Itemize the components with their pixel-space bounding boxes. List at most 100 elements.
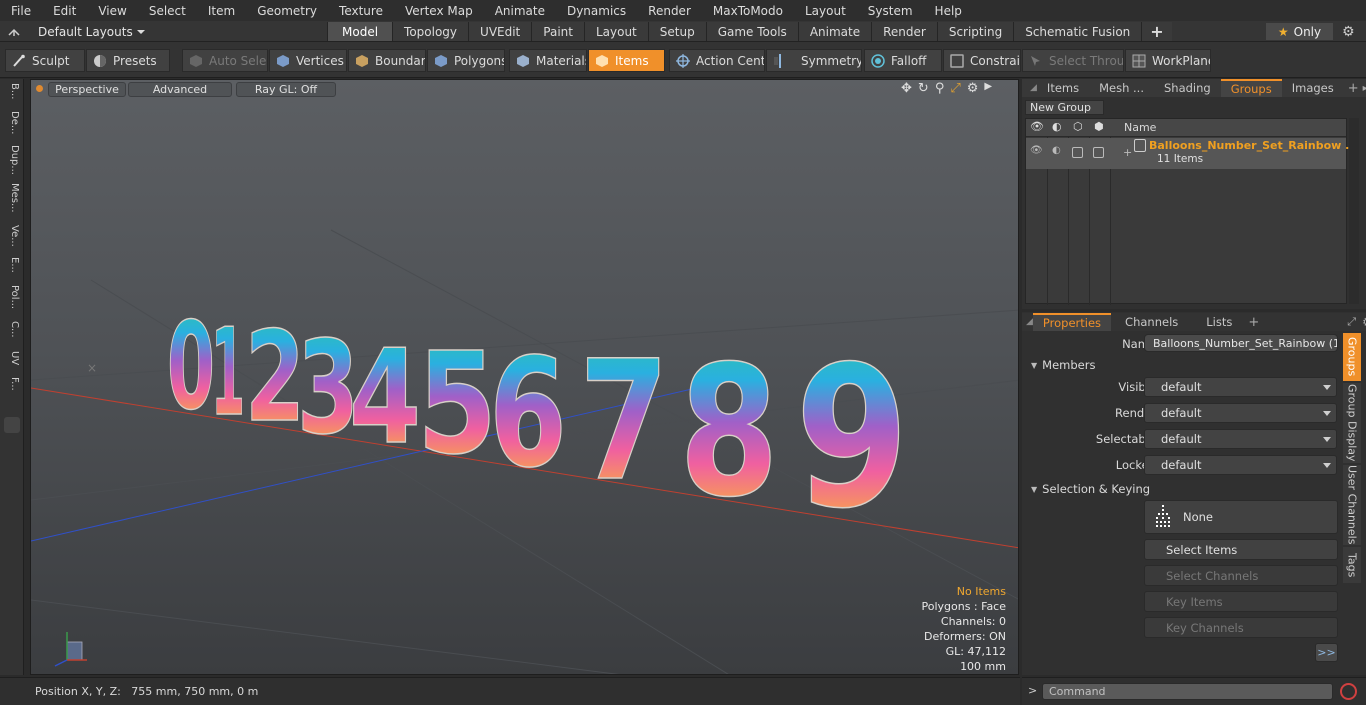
strip-tab-duplicate[interactable]: Dup... (4, 145, 20, 177)
tab-lists[interactable]: Lists (1192, 313, 1246, 331)
render-icon[interactable]: ◐ (1052, 120, 1062, 133)
side-tab-user-channels[interactable]: User Channels (1343, 465, 1361, 545)
menu-render[interactable]: Render (637, 4, 702, 18)
tab-layout[interactable]: Layout (583, 22, 648, 41)
key-channels-button[interactable]: Key Channels (1144, 617, 1338, 638)
selectable-dropdown[interactable]: default (1144, 429, 1337, 449)
viewport-gear-icon[interactable]: ⚙ (967, 81, 979, 96)
group-row[interactable]: 👁 ◐ + Balloons_Number_Set_Rainbow ... 11… (1026, 138, 1358, 169)
members-section[interactable]: ▼ Members (1031, 358, 1095, 372)
row-lock-checkbox[interactable] (1093, 147, 1104, 158)
menu-maxtomodo[interactable]: MaxToModo (702, 4, 794, 18)
viewport-expand-icon[interactable]: ▶ (984, 81, 992, 96)
strip-tab-polygon[interactable]: Pol... (4, 285, 20, 315)
menu-dynamics[interactable]: Dynamics (556, 4, 637, 18)
shading-mode-button[interactable]: Advanced (128, 82, 232, 97)
side-tab-tags[interactable]: Tags (1343, 547, 1361, 583)
menu-texture[interactable]: Texture (328, 4, 394, 18)
more-button[interactable]: >> (1315, 643, 1338, 662)
none-button[interactable]: None (1144, 500, 1338, 534)
strip-tab-mesh-edit[interactable]: Mes... (4, 183, 20, 219)
strip-tab-basic[interactable]: B... (4, 83, 20, 107)
tab-game-tools[interactable]: Game Tools (705, 22, 798, 41)
tab-properties[interactable]: Properties (1032, 313, 1112, 331)
expand-icon[interactable]: + (1123, 146, 1132, 159)
items-button[interactable]: Items 5 (588, 49, 665, 72)
select-through-button[interactable]: Select Through (1022, 49, 1124, 72)
menu-help[interactable]: Help (924, 4, 973, 18)
menu-animate[interactable]: Animate (484, 4, 556, 18)
props-grip-icon[interactable]: ◢ (1022, 317, 1033, 327)
strip-tab-deform[interactable]: De... (4, 111, 20, 139)
select-items-button[interactable]: Select Items (1144, 539, 1338, 560)
strip-tab-edge[interactable]: E... (4, 257, 20, 279)
new-group-button[interactable]: New Group (1025, 100, 1104, 115)
menu-file[interactable]: File (0, 4, 42, 18)
add-tab-button[interactable]: + (1141, 22, 1172, 41)
add-panel-tab-icon[interactable]: + (1344, 81, 1363, 96)
strip-toggle-button[interactable] (4, 417, 20, 433)
menu-layout[interactable]: Layout (794, 4, 857, 18)
strip-tab-uv[interactable]: UV (4, 351, 20, 373)
panel-more-icon[interactable]: ▸ (1363, 83, 1366, 94)
tab-scripting[interactable]: Scripting (936, 22, 1014, 41)
constraints-button[interactable]: Constrai... (943, 49, 1021, 72)
tab-items[interactable]: Items (1037, 79, 1089, 97)
tab-paint[interactable]: Paint (531, 22, 584, 41)
maximize-view-icon[interactable]: ⤢ (950, 81, 960, 96)
record-icon[interactable] (1340, 683, 1357, 700)
key-items-button[interactable]: Key Items (1144, 591, 1338, 612)
tab-model[interactable]: Model (327, 22, 393, 41)
groups-scrollbar[interactable] (1349, 118, 1359, 304)
menu-edit[interactable]: Edit (42, 4, 87, 18)
add-props-tab-icon[interactable]: + (1246, 315, 1261, 330)
zoom-view-icon[interactable]: ⚲ (935, 81, 945, 96)
gear-icon[interactable]: ⚙ (1342, 24, 1355, 40)
view-mode-button[interactable]: Perspective (48, 82, 126, 97)
command-input[interactable]: Command (1042, 683, 1333, 700)
side-tab-groups[interactable]: Groups (1343, 333, 1361, 381)
tab-setup[interactable]: Setup (647, 22, 706, 41)
vertices-button[interactable]: Vertices 1 (269, 49, 347, 72)
polygons-button[interactable]: Polygons (427, 49, 505, 72)
tab-shading[interactable]: Shading (1154, 79, 1221, 97)
tab-topology[interactable]: Topology (392, 22, 469, 41)
strip-tab-vertex[interactable]: Ve... (4, 225, 20, 253)
menu-geometry[interactable]: Geometry (246, 4, 328, 18)
tab-groups[interactable]: Groups (1220, 79, 1282, 97)
layout-dropdown[interactable]: Default Layouts (8, 23, 146, 40)
viewport-options-icon[interactable] (36, 85, 43, 92)
only-toggle[interactable]: ★ Only (1266, 23, 1333, 40)
presets-button[interactable]: Presets (86, 49, 170, 72)
tab-images[interactable]: Images (1282, 79, 1344, 97)
workplane-button[interactable]: WorkPlane (1125, 49, 1211, 72)
menu-item[interactable]: Item (197, 4, 246, 18)
locked-dropdown[interactable]: default (1144, 455, 1337, 475)
visible-dropdown[interactable]: default (1144, 377, 1337, 397)
render-dropdown[interactable]: default (1144, 403, 1337, 423)
action-center-button[interactable]: Action Center (669, 49, 765, 72)
select-channels-button[interactable]: Select Channels (1144, 565, 1338, 586)
tab-mesh[interactable]: Mesh ... (1089, 79, 1154, 97)
sculpt-button[interactable]: Sculpt (5, 49, 85, 72)
tab-schematic-fusion[interactable]: Schematic Fusion (1013, 22, 1142, 41)
strip-tab-fusion[interactable]: F... (4, 377, 20, 405)
materials-button[interactable]: Materials (509, 49, 587, 72)
strip-tab-curve[interactable]: C... (4, 321, 20, 345)
row-select-checkbox[interactable] (1072, 147, 1083, 158)
tab-channels[interactable]: Channels (1111, 313, 1192, 331)
eye-icon[interactable]: 👁 (1030, 120, 1044, 133)
menu-system[interactable]: System (857, 4, 924, 18)
select-lock-icon[interactable]: ⬡ (1073, 120, 1083, 133)
tab-uvedit[interactable]: UVEdit (468, 22, 532, 41)
raygl-button[interactable]: Ray GL: Off (236, 82, 336, 97)
tab-animate[interactable]: Animate (797, 22, 872, 41)
row-eye-icon[interactable]: 👁 (1030, 145, 1043, 156)
3d-viewport[interactable]: 0 1 2 3 4 5 6 7 8 9 × Perspective Advanc… (30, 79, 1019, 675)
menu-select[interactable]: Select (138, 4, 197, 18)
name-field[interactable]: Balloons_Number_Set_Rainbow (13) (1144, 334, 1338, 352)
tab-render[interactable]: Render (871, 22, 937, 41)
row-render-icon[interactable]: ◐ (1052, 145, 1061, 156)
boundary-button[interactable]: Boundary (348, 49, 426, 72)
props-gear-icon[interactable]: ⚙ (1362, 315, 1366, 329)
